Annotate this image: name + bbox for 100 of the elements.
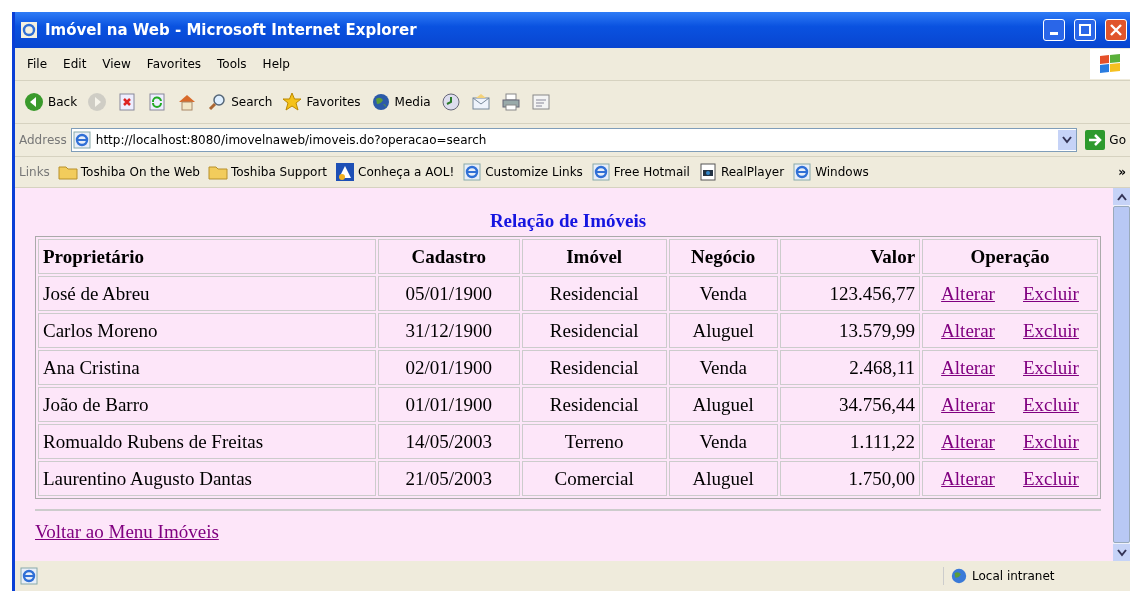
history-icon	[440, 92, 461, 112]
action-link[interactable]: Excluir	[1023, 430, 1079, 453]
back-icon	[24, 92, 44, 112]
link-button[interactable]: Customize Links	[462, 162, 583, 182]
browser-icon	[19, 20, 39, 40]
table-cell: Terreno	[521, 424, 667, 459]
table-cell: Residencial	[521, 313, 667, 348]
edit-icon	[530, 92, 551, 112]
close-button[interactable]	[1105, 19, 1127, 41]
minimize-icon	[1050, 32, 1058, 35]
media-icon	[370, 92, 391, 112]
refresh-icon	[147, 92, 168, 112]
action-link[interactable]: Alterar	[941, 282, 995, 305]
table-cell: 13.579,99	[779, 313, 921, 348]
browser-icon	[71, 130, 92, 150]
column-header: Cadastro	[377, 239, 520, 274]
menu-item[interactable]: Tools	[209, 55, 255, 73]
dropdown-icon[interactable]	[1058, 130, 1077, 150]
table-cell: 123.456,77	[779, 276, 921, 311]
links-label: Links	[19, 165, 50, 179]
table-cell: José de Abreu	[38, 276, 376, 311]
scroll-up-button[interactable]	[1113, 188, 1130, 205]
globe-icon	[950, 567, 968, 585]
address-label: Address	[19, 133, 67, 147]
table-cell: Residencial	[521, 350, 667, 385]
print-icon	[500, 92, 521, 112]
action-link[interactable]: Alterar	[941, 393, 995, 416]
column-header: Valor	[779, 239, 921, 274]
more-links-button[interactable]: »	[1118, 165, 1126, 179]
toolbar-button[interactable]: Search	[204, 90, 276, 114]
link-button[interactable]: Free Hotmail	[590, 162, 690, 182]
table-cell: Ana Cristina	[38, 350, 376, 385]
mail-icon	[470, 92, 491, 112]
column-header: Imóvel	[521, 239, 667, 274]
action-link[interactable]: Excluir	[1023, 282, 1079, 305]
minimize-button[interactable]	[1043, 19, 1065, 41]
close-icon	[1110, 24, 1122, 36]
action-link[interactable]: Alterar	[941, 319, 995, 342]
link-button[interactable]: Toshiba On the Web	[57, 162, 200, 182]
column-header: Negócio	[668, 239, 778, 274]
menu-item[interactable]: Edit	[55, 55, 95, 73]
table-cell: 14/05/2003	[377, 424, 520, 459]
action-link[interactable]: Excluir	[1023, 467, 1079, 490]
action-link[interactable]: Alterar	[941, 356, 995, 379]
table-cell: 02/01/1900	[377, 350, 520, 385]
table-cell: Venda	[668, 424, 778, 459]
toolbar-button[interactable]: Favorites	[279, 90, 364, 114]
table-cell: 01/01/1900	[377, 387, 520, 422]
menu-item[interactable]: File	[19, 55, 56, 73]
table-cell: 2.468,11	[779, 350, 921, 385]
action-link[interactable]: Alterar	[941, 430, 995, 453]
favorites-icon	[282, 92, 303, 112]
table-cell: 1.750,00	[779, 461, 921, 496]
stop-icon	[117, 92, 138, 112]
address-field[interactable]: http://localhost:8080/imovelnaweb/imoveis.do?operacao=search	[70, 128, 1078, 152]
action-link[interactable]: Excluir	[1023, 356, 1079, 379]
table-cell: Aluguel	[668, 313, 778, 348]
forward-icon	[87, 92, 108, 112]
link-button[interactable]: Conheça a AOL!	[335, 162, 455, 182]
toolbar-button[interactable]: Media	[367, 90, 434, 114]
column-header: Operação	[922, 239, 1098, 274]
go-button[interactable]: Go	[1081, 130, 1130, 150]
table-cell: 31/12/1900	[377, 313, 520, 348]
search-icon	[207, 92, 228, 112]
toolbar-button[interactable]: Back	[21, 90, 81, 114]
link-button[interactable]: Toshiba Support	[208, 162, 328, 182]
zone-label: Local intranet	[972, 569, 1055, 583]
table-cell: Residencial	[521, 387, 667, 422]
maximize-button[interactable]	[1074, 19, 1096, 41]
maximize-icon	[1079, 24, 1091, 36]
table-cell: Residencial	[521, 276, 667, 311]
link-button[interactable]: Windows	[792, 162, 869, 182]
menu-item[interactable]: Help	[254, 55, 298, 73]
table-cell: João de Barro	[38, 387, 376, 422]
table-cell: Aluguel	[668, 461, 778, 496]
page-heading: Relação de Imóveis	[488, 210, 648, 232]
table-cell: Carlos Moreno	[38, 313, 376, 348]
table-cell: Aluguel	[668, 387, 778, 422]
browser-icon	[462, 162, 483, 182]
scrollbar-thumb[interactable]	[1113, 206, 1130, 543]
window-title: Imóvel na Web - Microsoft Internet Explorer	[45, 21, 418, 39]
action-link[interactable]: Excluir	[1023, 319, 1079, 342]
table-cell: Venda	[668, 276, 778, 311]
table-cell: 1.111,22	[779, 424, 921, 459]
column-header: Proprietário	[38, 239, 376, 274]
table-cell: Venda	[668, 350, 778, 385]
menu-item[interactable]: Favorites	[138, 55, 210, 73]
browser-icon	[792, 162, 813, 182]
action-link[interactable]: Alterar	[941, 467, 995, 490]
table-cell: Romualdo Rubens de Freitas	[38, 424, 376, 459]
menu-item[interactable]: View	[94, 55, 139, 73]
browser-icon	[590, 162, 611, 182]
table-cell: Laurentino Augusto Dantas	[38, 461, 376, 496]
browser-icon	[19, 566, 39, 586]
scroll-down-button[interactable]	[1113, 544, 1130, 561]
back-link[interactable]: Voltar ao Menu Imóveis	[35, 521, 219, 542]
windows-flag-icon	[1098, 52, 1122, 76]
table-cell: 34.756,44	[779, 387, 921, 422]
link-button[interactable]: RealPlayer	[697, 162, 785, 182]
action-link[interactable]: Excluir	[1023, 393, 1079, 416]
